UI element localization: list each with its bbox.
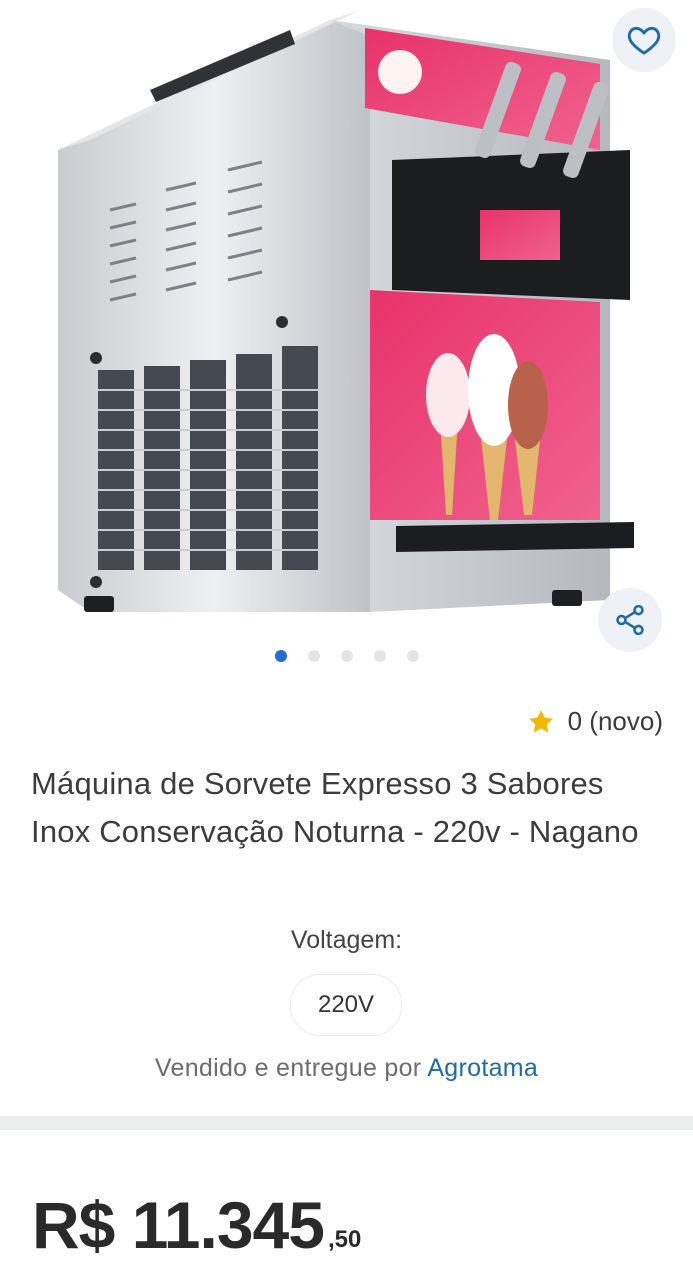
- price-cents: ,50: [327, 1226, 362, 1253]
- product-title: Máquina de Sorvete Expresso 3 Sabores In…: [31, 766, 639, 849]
- rating-text: 0 (novo): [567, 706, 663, 736]
- product-rating[interactable]: 0 (novo): [526, 706, 663, 737]
- voltage-option-220v[interactable]: 220V: [290, 974, 402, 1036]
- share-icon: [616, 604, 644, 636]
- price-main: R$ 11.345: [32, 1188, 325, 1262]
- product-price: R$ 11.345 ,50: [32, 1192, 361, 1258]
- seller-prefix: Vendido e entregue por: [154, 1054, 422, 1082]
- carousel-dot[interactable]: [307, 650, 320, 662]
- carousel-dot[interactable]: [373, 650, 386, 662]
- heart-outline-icon: [627, 26, 661, 55]
- section-divider: [0, 1116, 693, 1130]
- voltage-label: Voltagem:: [290, 926, 403, 954]
- star-icon: [528, 709, 553, 733]
- share-button[interactable]: [598, 588, 662, 652]
- favorite-button[interactable]: [612, 8, 676, 72]
- carousel-pagination: [0, 650, 693, 662]
- product-gallery[interactable]: [0, 0, 693, 690]
- carousel-dot[interactable]: [406, 650, 419, 662]
- seller-link[interactable]: Agrotama: [427, 1054, 538, 1082]
- carousel-dot[interactable]: [340, 650, 353, 662]
- product-image[interactable]: [40, 0, 640, 640]
- seller-info: Vendido e entregue por Agrotama: [0, 1054, 693, 1083]
- carousel-dot-active[interactable]: [274, 650, 287, 662]
